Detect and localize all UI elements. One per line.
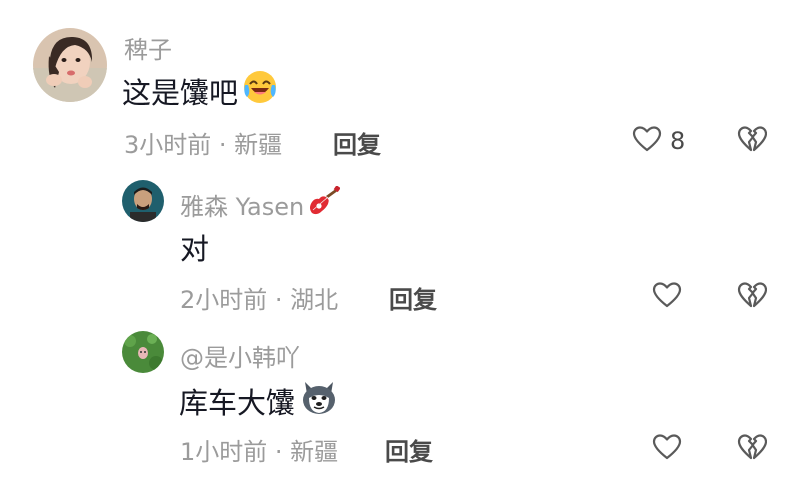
comment-location: 新疆 (234, 131, 283, 159)
meta-separator: · (267, 286, 291, 314)
reply-button[interactable]: 回复 (333, 125, 381, 160)
comment-username[interactable]: 雅森 Yasen (180, 185, 341, 222)
like-count: 8 (670, 127, 686, 155)
laughing-crying-face-icon (242, 69, 278, 112)
comment-time: 3小时前 (124, 131, 212, 159)
like-button[interactable] (652, 433, 690, 465)
comment-text-content: 这是馕吧 (122, 75, 239, 110)
reply-button[interactable]: 回复 (389, 280, 437, 315)
comment-text: 对 (180, 226, 209, 268)
comment-time: 2小时前 (180, 286, 268, 314)
husky-dog-icon (299, 378, 339, 423)
heart-icon (652, 281, 682, 313)
comment-text: 这是馕吧 (122, 69, 278, 112)
comment-text: 库车大馕 (179, 378, 339, 423)
avatar[interactable] (122, 331, 164, 373)
dislike-button[interactable] (737, 281, 768, 313)
comment-text-content: 库车大馕 (179, 385, 296, 420)
meta-separator: · (267, 438, 291, 466)
avatar[interactable] (122, 180, 164, 222)
comment-meta: 3小时前 · 新疆 (124, 125, 282, 160)
comment-meta: 1小时前 · 新疆 (180, 432, 338, 467)
heart-icon (652, 433, 682, 465)
comment-username[interactable]: @是小韩吖 (180, 338, 300, 373)
like-button[interactable]: 8 (632, 125, 685, 157)
reply-button[interactable]: 回复 (385, 432, 433, 467)
username-text: @是小韩吖 (180, 344, 300, 372)
heart-icon (632, 125, 662, 157)
guitar-icon (306, 185, 341, 222)
comment-meta: 2小时前 · 湖北 (180, 280, 338, 315)
comment-username[interactable]: 稗子 (124, 30, 172, 65)
comment-location: 湖北 (290, 286, 339, 314)
broken-heart-icon (737, 282, 768, 313)
avatar[interactable] (33, 28, 107, 102)
comment-text-content: 对 (180, 232, 210, 266)
dislike-button[interactable] (737, 433, 768, 465)
dislike-button[interactable] (737, 125, 768, 157)
broken-heart-icon (737, 434, 768, 465)
broken-heart-icon (737, 126, 768, 157)
username-text: 稗子 (124, 36, 172, 64)
comment-time: 1小时前 (180, 438, 268, 466)
like-button[interactable] (652, 281, 690, 313)
comment-location: 新疆 (290, 438, 339, 466)
meta-separator: · (211, 131, 235, 159)
username-text: 雅森 Yasen (180, 192, 305, 221)
